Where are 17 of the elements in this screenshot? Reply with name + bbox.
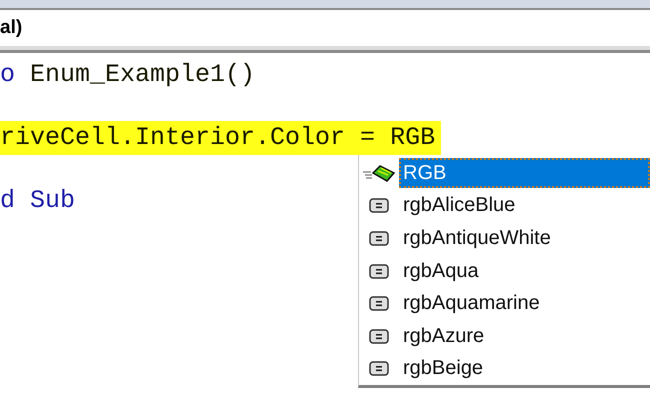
procedure-title: al): [0, 17, 22, 39]
list-item[interactable]: rgbAqua: [399, 256, 650, 286]
constant-icon: [369, 296, 389, 312]
method-icon: [362, 163, 396, 184]
code-line: o Enum_Example1(): [0, 60, 256, 90]
list-item[interactable]: rgbAntiqueWhite: [399, 223, 650, 254]
list-item[interactable]: rgbAliceBlue: [399, 190, 650, 221]
constant-icon: [369, 328, 389, 344]
constant-icon: [369, 361, 389, 376]
list-item[interactable]: RGB: [399, 158, 650, 188]
constant-icon: [369, 264, 389, 279]
constant-icon: [369, 230, 389, 246]
list-item[interactable]: rgbBeige: [399, 354, 650, 384]
list-item[interactable]: rgbAquamarine: [399, 288, 650, 319]
list-item[interactable]: rgbAzure: [399, 321, 650, 352]
constant-icon: [369, 198, 389, 214]
code-line: d Sub: [0, 186, 76, 216]
